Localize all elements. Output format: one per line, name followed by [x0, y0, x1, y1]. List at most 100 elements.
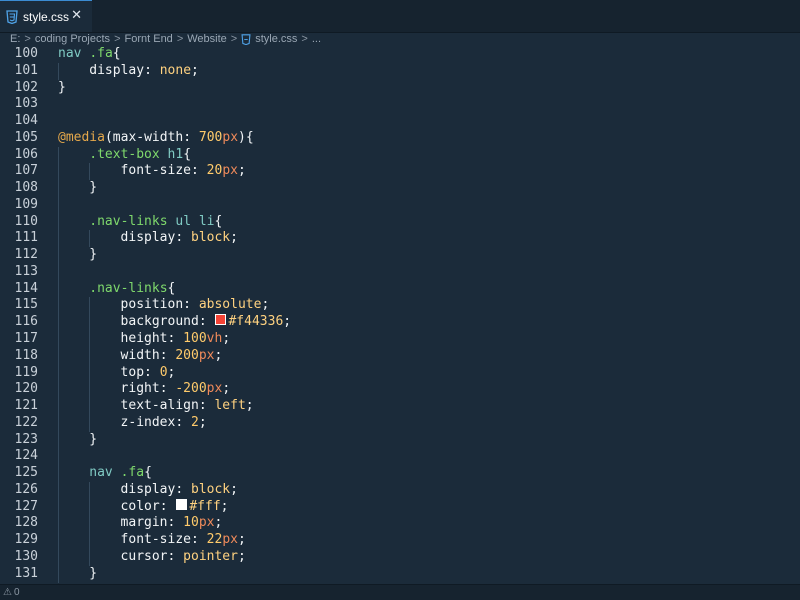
- code-line[interactable]: 109: [0, 196, 800, 214]
- token-unit: px: [198, 347, 215, 363]
- token-cls: .fa: [89, 46, 113, 61]
- code-line[interactable]: 107 font-size: 20px;: [0, 163, 800, 181]
- indent-guide: [89, 163, 91, 181]
- breadcrumb-item-drive[interactable]: E:: [10, 33, 20, 45]
- close-icon[interactable]: ✕: [71, 8, 82, 23]
- color-swatch[interactable]: [176, 498, 188, 510]
- token-prop: background: [120, 314, 199, 330]
- breadcrumb-item-coding-projects[interactable]: coding Projects: [35, 33, 110, 45]
- code-line[interactable]: 108}: [0, 180, 800, 197]
- token-punc: ;: [214, 347, 223, 363]
- code-line[interactable]: 116 background: #f44336;: [0, 314, 800, 332]
- code-text: nav .fa{: [58, 46, 121, 63]
- code-line[interactable]: 123}: [0, 431, 800, 449]
- code-line[interactable]: 127 color: #fff;: [0, 498, 800, 516]
- token-num: 100: [183, 331, 207, 347]
- code-editor[interactable]: 100 nav .fa{101 display: none; 102} 103 104 10…: [0, 46, 800, 584]
- code-line[interactable]: 129 font-size: 22px;: [0, 532, 800, 549]
- chevron-right-icon: >: [176, 33, 184, 45]
- code-line[interactable]: 110 .nav-links ul li{: [0, 213, 800, 231]
- indent-guide: [58, 297, 59, 315]
- token-num: 0: [159, 364, 168, 380]
- breadcrumb-item-symbol[interactable]: ...: [312, 33, 321, 45]
- token-prop: display: [120, 481, 176, 497]
- token-val: #fff: [189, 498, 221, 514]
- breadcrumb-item-fornt-end[interactable]: Fornt End: [125, 33, 173, 45]
- code-line[interactable]: 126 display: block;: [0, 481, 800, 499]
- token-punc: ;: [230, 230, 238, 246]
- code-line[interactable]: 111 display: block;: [0, 230, 800, 248]
- breadcrumb-item-file[interactable]: style.css: [255, 33, 297, 45]
- color-swatch[interactable]: [215, 314, 227, 326]
- line-number: 120: [14, 381, 38, 397]
- code-line[interactable]: 113: [0, 263, 800, 281]
- token-val: block: [191, 230, 231, 246]
- line-number: 107: [14, 163, 38, 179]
- code-line[interactable]: 125 nav .fa{: [0, 465, 800, 482]
- breadcrumb-item-website[interactable]: Website: [187, 33, 227, 45]
- code-line[interactable]: 104: [0, 113, 800, 130]
- token-punc: :: [191, 532, 207, 548]
- token-punc: ;: [261, 297, 270, 313]
- code-line[interactable]: 112}: [0, 247, 800, 264]
- line-number: 121: [14, 398, 38, 414]
- code-line[interactable]: 115 position: absolute;: [0, 297, 800, 315]
- token-prop: position: [120, 297, 184, 313]
- token-val: pointer: [183, 548, 238, 564]
- code-line[interactable]: 106 .text-box h1{: [0, 146, 800, 164]
- code-line[interactable]: 124: [0, 448, 800, 466]
- chevron-right-icon: >: [301, 33, 308, 45]
- code-line[interactable]: 117 height: 100vh;: [0, 331, 800, 348]
- token-num: -200: [175, 381, 207, 397]
- token-punc: ;: [237, 532, 246, 548]
- token-prop: max-width: [112, 129, 184, 145]
- token-punc: }: [89, 180, 98, 196]
- code-line[interactable]: 114 .nav-links{: [0, 280, 800, 298]
- indent-guide: [89, 398, 91, 415]
- code-text: font-size: 20px;: [121, 163, 246, 180]
- token-val: block: [191, 481, 231, 497]
- token-unit: vh: [206, 331, 223, 347]
- token-punc: }: [58, 79, 66, 95]
- indent-guide: [58, 465, 59, 482]
- token-punc: {: [144, 465, 152, 481]
- line-number: 113: [14, 263, 38, 279]
- token-cls: .text-box: [89, 146, 160, 162]
- token-prop: right: [120, 381, 160, 397]
- code-line[interactable]: 122 z-index: 2;: [0, 414, 800, 432]
- line-number: 110: [14, 213, 38, 229]
- code-line[interactable]: 121 text-align: left;: [0, 398, 800, 415]
- code-line[interactable]: 103: [0, 96, 800, 113]
- code-line[interactable]: 119 top: 0;: [0, 364, 800, 382]
- token-punc: :: [198, 398, 215, 414]
- token-punc: :: [175, 230, 191, 246]
- code-line[interactable]: 100 nav .fa{: [0, 46, 800, 63]
- token-punc: ;: [230, 481, 238, 497]
- code-text: height: 100vh;: [121, 331, 231, 348]
- indent-guide: [58, 431, 59, 449]
- tab-style-css[interactable]: style.css ✕: [0, 0, 92, 32]
- code-text: width: 200px;: [121, 348, 223, 365]
- code-text: }: [89, 180, 97, 197]
- token-sel: nav: [58, 46, 90, 61]
- token-prop: width: [120, 347, 160, 363]
- code-line[interactable]: 101 display: none;: [0, 62, 800, 80]
- code-line[interactable]: 102}: [0, 80, 800, 97]
- code-line[interactable]: 131}: [0, 565, 800, 583]
- token-val: #f44336: [228, 314, 284, 330]
- code-text: }: [89, 432, 97, 449]
- code-text: right: -200px;: [121, 381, 231, 398]
- line-number: 106: [14, 146, 38, 162]
- code-line[interactable]: 105 @media(max-width: 700px){: [0, 130, 800, 147]
- indent-guide: [58, 515, 59, 533]
- line-number: 104: [14, 113, 38, 129]
- code-line[interactable]: 120 right: -200px;: [0, 381, 800, 399]
- token-unit: px: [222, 129, 239, 145]
- token-val: absolute: [198, 297, 262, 313]
- token-prop: text-align: [120, 398, 199, 414]
- code-line[interactable]: 128 margin: 10px;: [0, 515, 800, 533]
- warning-icon[interactable]: ⚠: [3, 587, 12, 598]
- token-prop: display: [89, 62, 145, 78]
- code-line[interactable]: 130 cursor: pointer;: [0, 548, 800, 566]
- code-line[interactable]: 118 width: 200px;: [0, 347, 800, 365]
